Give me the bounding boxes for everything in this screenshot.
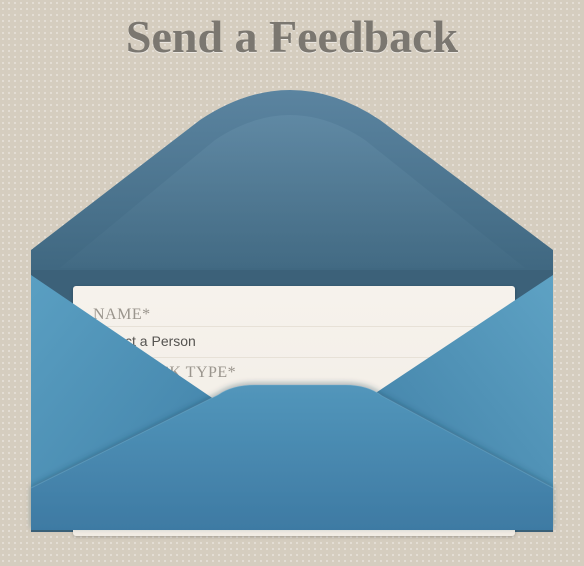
feedback-envelope: NAME* Select a Person FEEDBACK TYPE*: [0, 0, 584, 566]
envelope-front: [30, 275, 554, 530]
